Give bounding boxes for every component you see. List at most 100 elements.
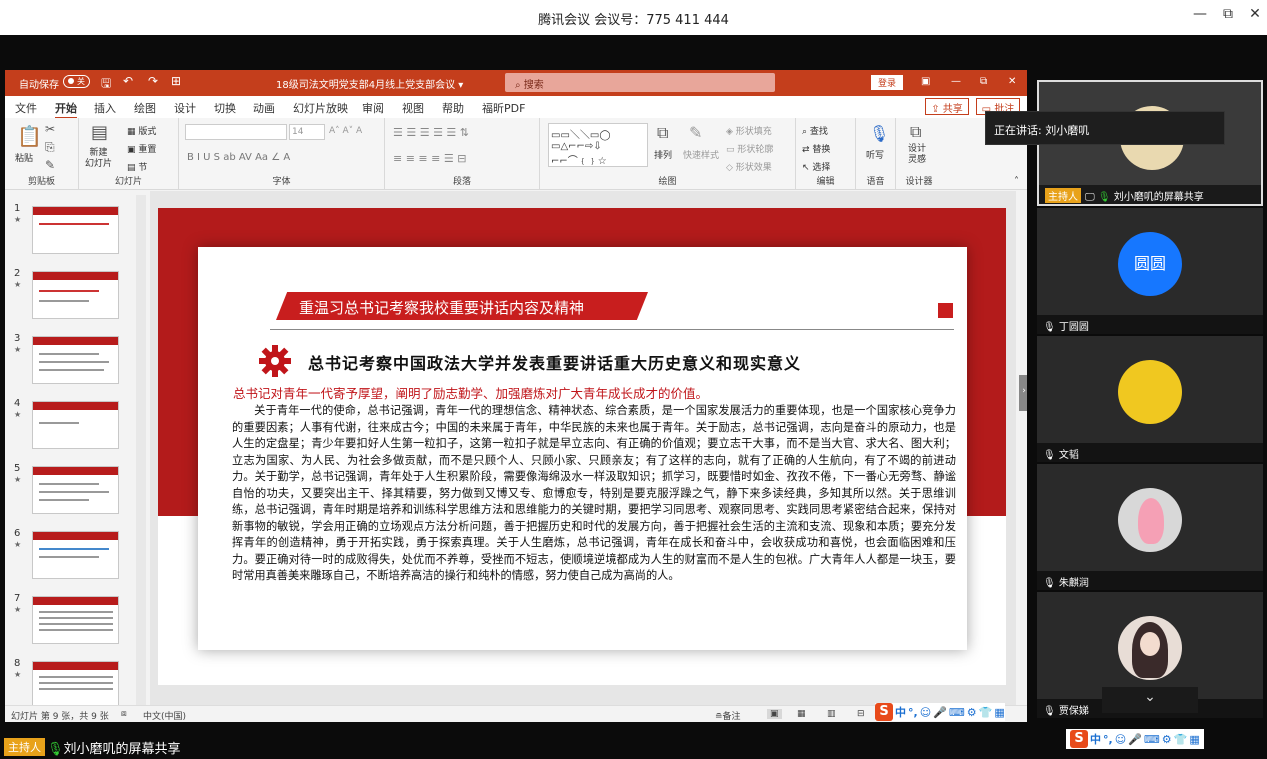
participant-tile[interactable]: 🎙 朱麒润 — [1037, 464, 1263, 590]
align-icons[interactable]: ≡ ≡ ≡ ≡ ☰ ⊟ — [393, 152, 466, 165]
font-group: 14 A˄ A˅ A B I U S ab AV Aa ∠ A 字体 — [179, 118, 385, 190]
slide-thumbnail[interactable] — [32, 206, 119, 254]
avatar: 圆圆 — [1118, 232, 1182, 296]
select-button[interactable]: ↖ 选择 — [802, 160, 830, 173]
participant-name: 刘小磨叽的屏幕共享 — [1113, 192, 1204, 203]
current-slide[interactable]: 重温习总书记考察我校重要讲话内容及精神 总书记考察中国政法大学并发表重要讲话重大… — [158, 208, 1006, 685]
slide-thumbnail[interactable] — [32, 271, 119, 319]
restore-icon[interactable]: ⧉ — [1218, 6, 1238, 22]
menu-help[interactable]: 帮助 — [442, 100, 464, 116]
slide-thumbnail[interactable] — [32, 401, 119, 449]
minimize-icon[interactable]: — — [1190, 6, 1210, 22]
chevron-down-icon[interactable]: ⌄ — [1102, 687, 1198, 713]
layout-button[interactable]: ▦ 版式 — [127, 124, 156, 137]
mic-icon: 🎙 — [47, 742, 64, 757]
slide-thumbnail[interactable] — [32, 531, 119, 579]
menu-view[interactable]: 视图 — [402, 100, 424, 116]
menu-transitions[interactable]: 切换 — [214, 100, 236, 116]
menu-file[interactable]: 文件 — [15, 100, 37, 116]
grid-icon: ▦ — [1189, 732, 1200, 746]
menu-home[interactable]: 开始 — [55, 100, 77, 119]
ime-toolbar[interactable]: S 中 °, ☺ 🎤 ⌨ ⚙ 👕 ▦ — [875, 703, 1005, 721]
undo-icon[interactable]: ↶ — [123, 74, 133, 88]
notes-button[interactable]: ≘备注 — [715, 709, 741, 722]
format-painter-icon[interactable]: ✎ — [45, 158, 55, 172]
ppt-close-icon[interactable]: ✕ — [1008, 76, 1016, 87]
thumbnail-scrollbar[interactable] — [136, 195, 146, 705]
shape-outline-button[interactable]: ▭ 形状轮廓 — [726, 142, 773, 155]
search-box[interactable]: ⌕ 搜索 — [505, 73, 775, 92]
menu-insert[interactable]: 插入 — [94, 100, 116, 116]
new-slide-icon[interactable]: ▤ — [91, 122, 108, 143]
shapes-gallery[interactable]: ▭▭＼＼▭◯ ▭△⌐⌐⇨⇩ ⌐⌐⌒﹛﹜☆ — [548, 123, 648, 167]
quick-styles-icon[interactable]: ✎ — [689, 123, 702, 142]
accessibility-icon[interactable]: ⧈ — [121, 709, 127, 719]
gear-icon — [259, 345, 291, 377]
menu-draw[interactable]: 绘图 — [134, 100, 156, 116]
shape-effects-button[interactable]: ◇ 形状效果 — [726, 160, 772, 173]
normal-view-icon[interactable]: ▣ — [767, 709, 782, 719]
slide-thumbnail[interactable] — [32, 596, 119, 644]
section-button[interactable]: ▤ 节 — [127, 160, 147, 173]
font-name-input[interactable] — [185, 124, 287, 140]
file-title[interactable]: 18级司法文明党支部4月线上党支部会议 ▾ — [276, 76, 463, 91]
participant-tile[interactable]: 🎙 文韬 — [1037, 336, 1263, 462]
present-icon[interactable]: ⊞ — [171, 74, 181, 88]
close-icon[interactable]: ✕ — [1245, 6, 1265, 22]
slide-editing-area: 重温习总书记考察我校重要讲话内容及精神 总书记考察中国政法大学并发表重要讲话重大… — [150, 191, 1016, 705]
ppt-restore-icon[interactable]: ⧉ — [980, 76, 987, 87]
list-icons[interactable]: ☰ ☰ ☰ ☰ ☰ ⇅ — [393, 126, 469, 139]
slide-thumbnail[interactable] — [32, 466, 119, 514]
slideshow-icon[interactable]: ⊟ — [857, 709, 865, 719]
screen-share-icon: 🖵 — [1085, 192, 1098, 203]
cut-icon[interactable]: ✂ — [45, 122, 55, 136]
replace-button[interactable]: ⇄ 替换 — [802, 142, 830, 155]
slide-body-text: 关于青年一代的使命，总书记强调，青年一代的理想信念、精神状态、综合素质，是一个国… — [232, 404, 956, 582]
mic-muted-icon: 🎙 — [1043, 450, 1059, 461]
autosave-toggle[interactable]: 关 — [63, 75, 90, 88]
microphone-icon[interactable]: 🎙 — [869, 124, 889, 143]
thumb-number: 8 — [14, 658, 21, 669]
slide-thumbnail[interactable] — [32, 336, 119, 384]
ime-toolbar[interactable]: S 中 °, ☺ 🎤 ⌨ ⚙ 👕 ▦ — [1066, 729, 1204, 749]
ribbon-display-icon[interactable]: ▣ — [921, 76, 930, 87]
shape-fill-button[interactable]: ◈ 形状填充 — [726, 124, 772, 137]
paste-button[interactable]: 粘贴 — [15, 151, 33, 164]
language-status[interactable]: 中文(中国) — [143, 709, 186, 722]
punctuation-icon: °, — [1103, 732, 1113, 746]
font-grow-icon[interactable]: A˄ A˅ A — [329, 126, 362, 136]
designer-icon[interactable]: ⧉ — [910, 122, 921, 142]
dictate-button[interactable]: 听写 — [866, 148, 884, 161]
menu-animations[interactable]: 动画 — [253, 100, 275, 116]
ppt-minimize-icon[interactable]: — — [951, 76, 961, 87]
designer-button[interactable]: 设计 灵感 — [908, 144, 926, 166]
redo-icon[interactable]: ↷ — [148, 74, 158, 88]
login-button[interactable]: 登录 — [871, 75, 903, 90]
participant-tile[interactable]: 圆圆 🎙 丁圆圆 — [1037, 208, 1263, 334]
font-format-icons[interactable]: B I U S ab AV Aa ∠ A — [187, 152, 290, 163]
participant-name-bar: 主持人 🖵 🎙 刘小磨叽的屏幕共享 — [1039, 185, 1261, 204]
new-slide-button[interactable]: 新建 幻灯片 — [85, 148, 112, 170]
slide-sorter-icon[interactable]: ▦ — [797, 709, 806, 719]
keyboard-icon: ⌨ — [948, 705, 965, 719]
collapse-ribbon-icon[interactable]: ˄ — [1014, 176, 1019, 187]
slide-thumbnail[interactable] — [32, 661, 119, 709]
font-size-input[interactable]: 14 — [289, 124, 325, 140]
find-button[interactable]: ⌕ 查找 — [802, 124, 828, 137]
reading-view-icon[interactable]: ▥ — [827, 709, 836, 719]
menu-foxit-pdf[interactable]: 福昕PDF — [482, 100, 525, 116]
voice-label: 语音 — [866, 177, 885, 187]
menu-design[interactable]: 设计 — [174, 100, 196, 116]
reset-button[interactable]: ▣ 重置 — [127, 142, 156, 155]
menu-review[interactable]: 审阅 — [362, 100, 384, 116]
arrange-icon[interactable]: ⧉ — [657, 123, 668, 143]
share-button[interactable]: ⇪ 共享 — [925, 98, 969, 115]
copy-icon[interactable]: ⎘ — [45, 140, 55, 155]
menu-slideshow[interactable]: 幻灯片放映 — [293, 100, 348, 116]
quick-styles-button[interactable]: 快速样式 — [683, 148, 719, 161]
arrange-button[interactable]: 排列 — [654, 148, 672, 161]
thumb-number: 7 — [14, 593, 21, 604]
paste-icon[interactable]: 📋 — [17, 124, 42, 148]
panel-expand-arrow[interactable]: › — [1019, 375, 1027, 411]
save-icon[interactable]: 🖫 — [101, 74, 111, 95]
